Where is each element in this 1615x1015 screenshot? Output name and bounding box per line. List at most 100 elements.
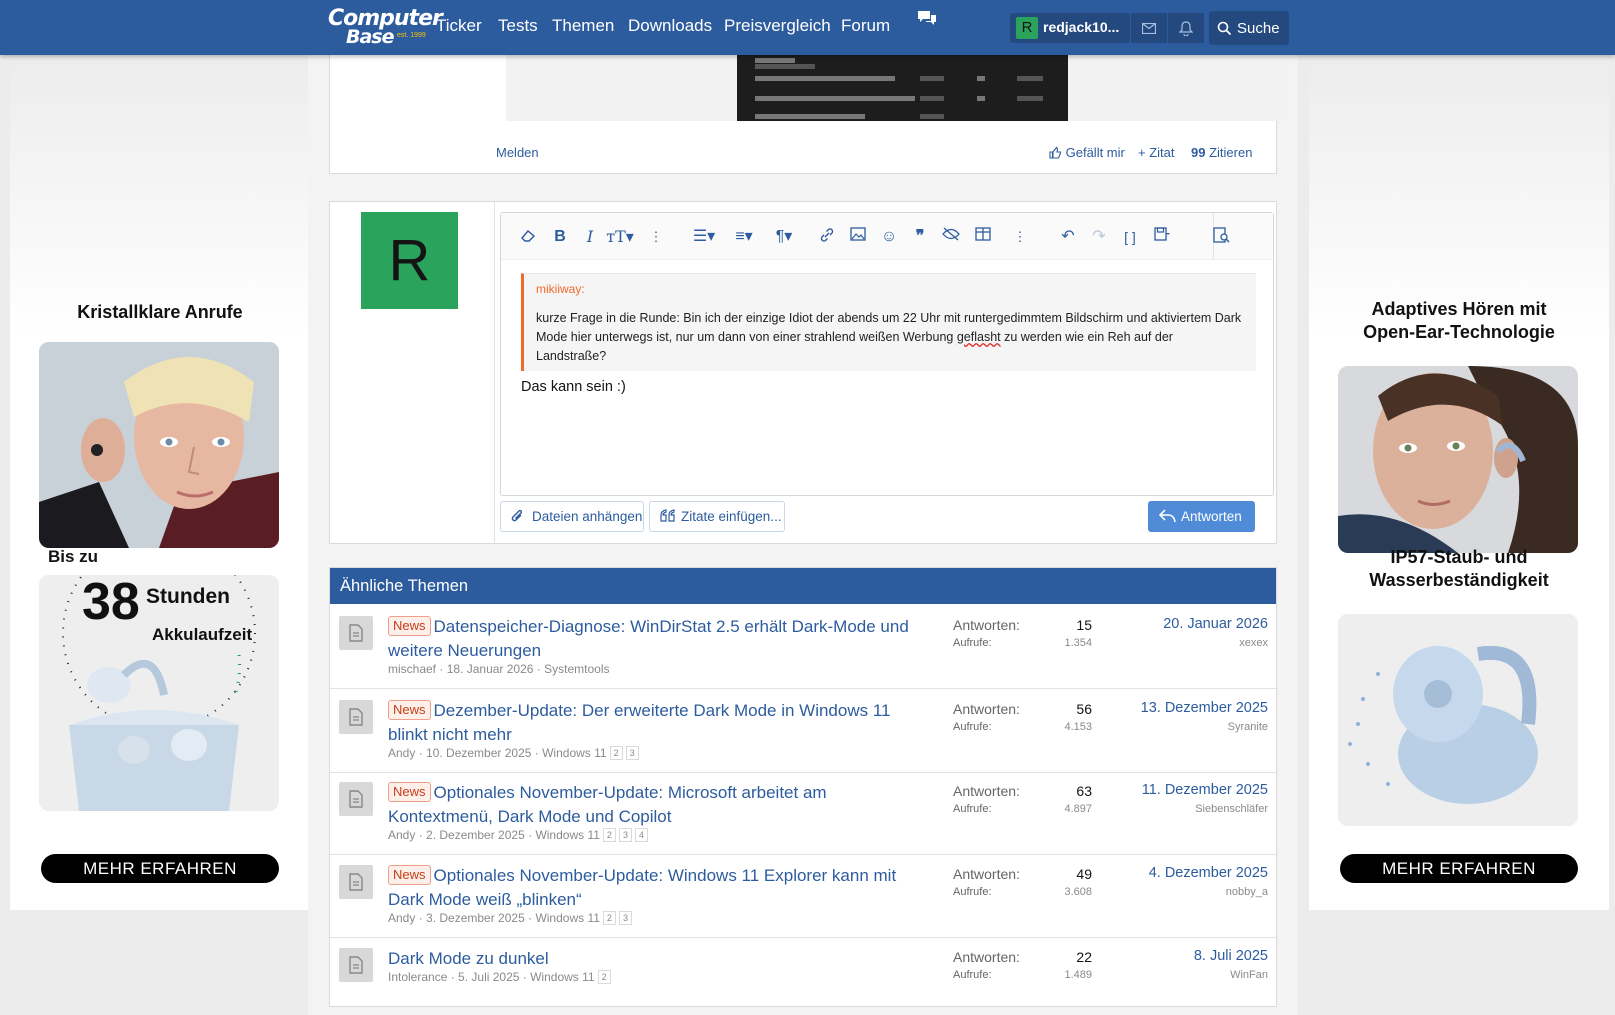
news-badge: News	[388, 865, 431, 885]
paragraph-icon[interactable]: ¶▾	[769, 227, 799, 247]
views-label: Aufrufe:	[953, 969, 992, 981]
last-post-user[interactable]: Syranite	[1090, 721, 1268, 733]
reply-editor[interactable]: B I тT▾ ⋮ ☰▾ ≡▾ ¶▾ ☺ ❞ ⋮ ↶ ↷ [] mikiiwa…	[500, 212, 1274, 496]
thread-title[interactable]: News Optionales November-Update: Windows …	[388, 864, 933, 912]
last-post-date[interactable]: 8. Juli 2025	[1090, 948, 1268, 964]
report-link[interactable]: Melden	[496, 145, 539, 160]
table-icon[interactable]	[973, 227, 993, 247]
nav-downloads[interactable]: Downloads	[628, 16, 712, 36]
advertisement-right[interactable]: Adaptives Hören mit Open-Ear-Technologie…	[1309, 55, 1609, 910]
nav-themen[interactable]: Themen	[552, 16, 614, 36]
last-post-date[interactable]: 20. Januar 2026	[1090, 616, 1268, 632]
thread-row: News Optionales November-Update: Microsof…	[330, 770, 1276, 855]
smiley-icon[interactable]: ☺	[879, 227, 899, 247]
quote-icon[interactable]: ❞	[910, 227, 930, 247]
last-post-user[interactable]: nobby_a	[1090, 886, 1268, 898]
thread-meta: Andy · 2. Dezember 2025 · Windows 11 2 3 4	[388, 828, 648, 842]
ad-left-cta-button[interactable]: MEHR ERFAHREN	[41, 854, 279, 883]
reply-user-avatar[interactable]: R	[361, 212, 458, 309]
page-link[interactable]: 2	[602, 828, 616, 842]
list-icon[interactable]: ☰▾	[689, 227, 719, 247]
thread-author[interactable]: Intolerance	[388, 970, 447, 984]
page-link[interactable]: 2	[597, 970, 611, 984]
thread-author[interactable]: mischaef	[388, 662, 436, 676]
misspelled-word[interactable]: geflasht	[957, 330, 1001, 344]
more-vertical-icon[interactable]: ⋮	[1010, 227, 1030, 247]
eraser-icon[interactable]	[518, 227, 538, 247]
page-link[interactable]: 4	[634, 828, 648, 842]
preview-icon[interactable]	[1212, 227, 1232, 247]
last-post-user[interactable]: xexex	[1090, 637, 1268, 649]
undo-icon[interactable]: ↶	[1058, 227, 1078, 247]
page-link[interactable]: 2	[609, 746, 623, 760]
image-icon[interactable]	[848, 227, 868, 247]
more-vertical-icon[interactable]: ⋮	[646, 227, 666, 247]
page-link[interactable]: 3	[618, 828, 632, 842]
page-link[interactable]: 2	[602, 911, 616, 925]
bbcode-icon[interactable]: [ ]	[1120, 227, 1140, 247]
quote-marks-icon	[660, 509, 675, 522]
views-count: 4.897	[1064, 803, 1092, 815]
search-button[interactable]: Suche	[1209, 11, 1289, 45]
last-post-date[interactable]: 13. Dezember 2025	[1090, 700, 1268, 716]
page-link[interactable]: 3	[618, 911, 632, 925]
thread-forum[interactable]: Windows 11	[530, 970, 594, 984]
thread-author[interactable]: Andy	[388, 746, 415, 760]
attach-files-button[interactable]: Dateien anhängen	[500, 501, 644, 532]
quote-author[interactable]: mikiiway:	[536, 282, 585, 296]
quote-text: kurze Frage in die Runde: Bin ich der ei…	[536, 311, 1242, 363]
advertisement-left[interactable]: Kristallklare Anrufe Bis zu 38 Stunden A…	[10, 55, 310, 910]
nav-forum[interactable]: Forum	[841, 16, 890, 36]
submit-reply-button[interactable]: Antworten	[1148, 501, 1255, 532]
thread-date[interactable]: 18. Januar 2026	[447, 662, 534, 676]
page-link[interactable]: 3	[625, 746, 639, 760]
redo-icon[interactable]: ↷	[1089, 227, 1109, 247]
views-count: 1.489	[1064, 969, 1092, 981]
nav-ticker[interactable]: Ticker	[436, 16, 482, 36]
similar-threads: Ähnliche Themen News Datenspeicher-Diagno…	[329, 567, 1277, 1007]
font-size-icon[interactable]: тT▾	[605, 227, 635, 247]
thread-title[interactable]: News Dezember-Update: Der erweiterte Dark…	[388, 699, 933, 747]
last-post-date[interactable]: 11. Dezember 2025	[1090, 782, 1268, 798]
last-post-user[interactable]: WinFan	[1090, 969, 1268, 981]
thread-forum[interactable]: Windows 11	[542, 746, 606, 760]
thread-date[interactable]: 5. Juli 2025	[458, 970, 519, 984]
quote-button[interactable]: 99 Zitieren	[1191, 145, 1252, 160]
inbox-button[interactable]	[1131, 13, 1167, 43]
ad-left-title: Kristallklare Anrufe	[77, 302, 243, 322]
thread-title[interactable]: News Optionales November-Update: Microsof…	[388, 781, 933, 829]
ad-left-promo-unit: Stunden	[146, 585, 230, 608]
last-post-date[interactable]: 4. Dezember 2025	[1090, 865, 1268, 881]
drafts-icon[interactable]	[1147, 227, 1177, 247]
last-post-user[interactable]: Siebenschläfer	[1090, 803, 1268, 815]
site-logo[interactable]: Computer Base est. 1999	[328, 6, 443, 50]
thread-title[interactable]: Dark Mode zu dunkel	[388, 947, 933, 971]
ad-right-cta-button[interactable]: MEHR ERFAHREN	[1340, 854, 1578, 883]
thread-forum[interactable]: Windows 11	[535, 911, 599, 925]
thread-date[interactable]: 2. Dezember 2025	[426, 828, 525, 842]
thread-title[interactable]: News Datenspeicher-Diagnose: WinDirStat 2…	[388, 615, 933, 663]
post-screenshot-image[interactable]	[506, 54, 1284, 121]
user-menu[interactable]: R redjack10...	[1010, 13, 1130, 43]
thread-date[interactable]: 3. Dezember 2025	[426, 911, 525, 925]
thread-forum[interactable]: Systemtools	[544, 662, 609, 676]
reply-body-text[interactable]: Das kann sein :)	[521, 379, 626, 395]
nav-tests[interactable]: Tests	[498, 16, 538, 36]
align-icon[interactable]: ≡▾	[729, 227, 759, 247]
insert-quotes-button[interactable]: Zitate einfügen...	[649, 501, 785, 532]
nav-preisvergleich[interactable]: Preisvergleich	[724, 16, 831, 36]
like-button[interactable]: Gefällt mir	[1049, 145, 1125, 160]
spoiler-icon[interactable]	[941, 227, 961, 247]
thread-author[interactable]: Andy	[388, 911, 415, 925]
thread-meta: mischaef · 18. Januar 2026 · Systemtools	[388, 662, 610, 676]
thread-row: News Dezember-Update: Der erweiterte Dark…	[330, 688, 1276, 773]
thread-date[interactable]: 10. Dezember 2025	[426, 746, 531, 760]
bold-icon[interactable]: B	[550, 227, 570, 247]
multi-quote-button[interactable]: + Zitat	[1138, 145, 1175, 160]
thread-forum[interactable]: Windows 11	[535, 828, 599, 842]
link-icon[interactable]	[817, 227, 837, 247]
thread-author[interactable]: Andy	[388, 828, 415, 842]
italic-icon[interactable]: I	[580, 227, 600, 247]
ad-right-earbuds-image	[1338, 614, 1578, 826]
alerts-button[interactable]	[1168, 13, 1204, 43]
